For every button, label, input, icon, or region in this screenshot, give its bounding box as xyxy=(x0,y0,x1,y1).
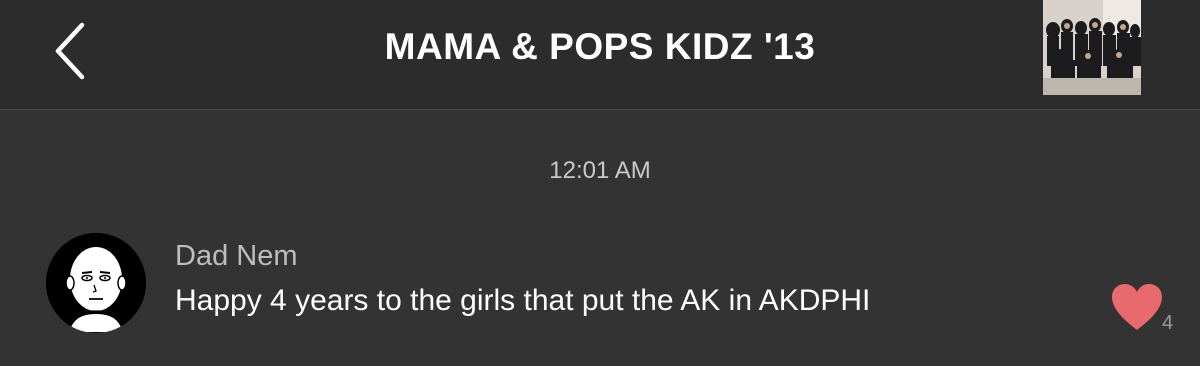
heart-icon xyxy=(1112,284,1162,330)
cartoon-bald-head-avatar-icon xyxy=(46,233,146,333)
like-count: 4 xyxy=(1162,312,1174,334)
like-button[interactable]: 4 xyxy=(1110,282,1180,342)
sender-name: Dad Nem xyxy=(175,240,298,272)
sender-avatar[interactable] xyxy=(46,233,146,333)
group-photo-image xyxy=(1043,0,1141,95)
message-text: Happy 4 years to the girls that put the … xyxy=(175,284,871,317)
group-photo-thumbnail[interactable] xyxy=(1043,0,1141,95)
back-button[interactable] xyxy=(40,18,100,84)
chevron-left-icon xyxy=(55,22,85,80)
chat-screen: MAMA & POPS KIDZ '13 12:01 AM Dad Nem Ha… xyxy=(0,0,1200,366)
chat-title: MAMA & POPS KIDZ '13 xyxy=(384,26,816,67)
message-timestamp: 12:01 AM xyxy=(549,157,651,184)
chat-header: MAMA & POPS KIDZ '13 xyxy=(0,0,1200,110)
message-item[interactable]: Dad Nem Happy 4 years to the girls that … xyxy=(0,230,1200,340)
